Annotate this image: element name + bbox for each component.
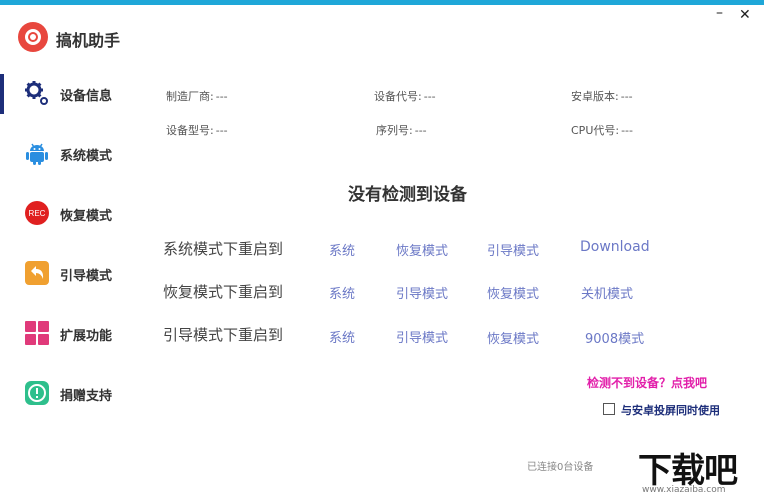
device-code-value: --- xyxy=(423,90,436,103)
reboot-boot-to-boot-link[interactable]: 引导模式 xyxy=(396,327,448,346)
sidebar-item-donate[interactable]: 捐赠支持 xyxy=(0,372,150,416)
serial-label: 序列号: xyxy=(376,124,413,137)
manufacturer-value: --- xyxy=(215,90,228,103)
sidebar-item-label: 设备信息 xyxy=(60,89,113,104)
model-label: 设备型号: xyxy=(166,124,214,137)
alert-icon xyxy=(25,381,49,405)
rec-icon-text: REC xyxy=(29,209,46,218)
device-not-detected-help-link[interactable]: 检测不到设备？点我吧 xyxy=(587,374,707,391)
reboot-recovery-to-poweroff-link[interactable]: 关机模式 xyxy=(581,283,633,302)
sidebar-item-label: 扩展功能 xyxy=(60,329,113,344)
sidebar-item-recovery-mode[interactable]: REC 恢复模式 xyxy=(0,192,150,236)
back-arrow-icon xyxy=(25,261,49,285)
device-code-info: 设备代号: --- xyxy=(374,88,436,104)
reboot-row-label-recovery: 恢复模式下重启到 xyxy=(163,283,284,301)
app-logo-icon xyxy=(18,22,48,52)
sidebar-item-extensions[interactable]: 扩展功能 xyxy=(0,312,150,356)
reboot-row-label-system: 系统模式下重启到 xyxy=(163,240,284,258)
top-accent-bar xyxy=(0,0,764,5)
reboot-system-to-system-link[interactable]: 系统 xyxy=(329,240,355,259)
watermark-url: www.xiazaiba.com xyxy=(642,485,726,495)
device-status-title: 没有检测到设备 xyxy=(348,185,467,205)
reboot-system-to-download-link[interactable]: Download xyxy=(580,239,650,255)
sidebar-item-device-info[interactable]: 设备信息 xyxy=(0,72,150,116)
sidebar-item-label: 捐赠支持 xyxy=(60,389,113,404)
app-title: 搞机助手 xyxy=(56,31,121,50)
reboot-recovery-to-boot-link[interactable]: 引导模式 xyxy=(396,283,448,302)
cpu-info: CPU代号: --- xyxy=(571,122,633,138)
serial-info: 序列号: --- xyxy=(376,122,427,138)
sidebar-item-label: 系统模式 xyxy=(60,149,113,164)
reboot-row-label-boot: 引导模式下重启到 xyxy=(163,326,284,344)
cpu-value: --- xyxy=(621,124,633,137)
close-button[interactable]: ✕ xyxy=(739,8,751,22)
device-code-label: 设备代号: xyxy=(374,90,422,103)
sidebar-item-system-mode[interactable]: 系统模式 xyxy=(0,132,150,176)
reboot-recovery-to-recovery-link[interactable]: 恢复模式 xyxy=(487,283,539,302)
android-version-value: --- xyxy=(620,90,633,103)
serial-value: --- xyxy=(414,124,427,137)
android-icon xyxy=(26,143,48,165)
model-info: 设备型号: --- xyxy=(166,122,228,138)
mirror-compatibility-label[interactable]: 与安卓投屏同时使用 xyxy=(621,402,720,418)
model-value: --- xyxy=(215,124,228,137)
manufacturer-label: 制造厂商: xyxy=(166,90,214,103)
minimize-button[interactable]: – xyxy=(716,6,723,20)
gear-icon xyxy=(25,81,48,105)
cpu-label: CPU代号: xyxy=(571,124,620,137)
reboot-boot-to-system-link[interactable]: 系统 xyxy=(329,327,355,346)
watermark-logo: 下载吧 www.xiazaiba.com xyxy=(628,441,764,500)
connected-devices-status: 已连接0台设备 xyxy=(527,462,594,473)
reboot-boot-to-9008-link[interactable]: 9008模式 xyxy=(585,328,644,347)
manufacturer-info: 制造厂商: --- xyxy=(166,88,228,104)
sidebar-item-boot-mode[interactable]: 引导模式 xyxy=(0,252,150,296)
reboot-system-to-boot-link[interactable]: 引导模式 xyxy=(487,240,539,259)
mirror-compatibility-checkbox[interactable] xyxy=(603,403,615,415)
android-version-info: 安卓版本: --- xyxy=(571,88,633,104)
reboot-boot-to-recovery-link[interactable]: 恢复模式 xyxy=(487,328,539,347)
sidebar-item-label: 恢复模式 xyxy=(60,209,113,224)
reboot-system-to-recovery-link[interactable]: 恢复模式 xyxy=(396,240,448,259)
reboot-recovery-to-system-link[interactable]: 系统 xyxy=(329,283,355,302)
android-version-label: 安卓版本: xyxy=(571,90,619,103)
grid-icon xyxy=(25,321,49,345)
rec-icon: REC xyxy=(25,201,49,225)
sidebar-item-label: 引导模式 xyxy=(60,269,113,284)
